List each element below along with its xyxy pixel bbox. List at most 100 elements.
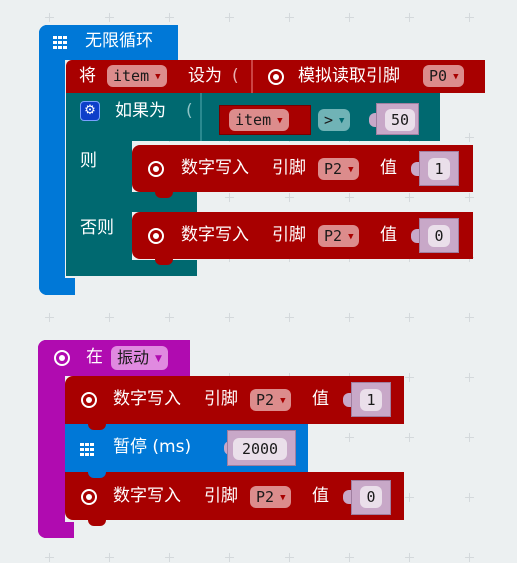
grid-plus-mark	[285, 193, 294, 202]
grid-plus-mark	[45, 553, 54, 562]
grid-plus-mark	[225, 193, 234, 202]
grid-plus-mark	[105, 13, 114, 22]
value-label: 值	[312, 389, 329, 409]
grid-plus-mark	[465, 193, 474, 202]
grid-plus-mark	[45, 13, 54, 22]
pin-target-icon	[81, 392, 97, 408]
grid-plus-mark	[225, 313, 234, 322]
radio-target-icon	[54, 350, 70, 366]
then-label: 则	[80, 151, 97, 171]
paren-left: (	[186, 101, 193, 121]
grid-plus-mark	[345, 433, 354, 442]
grid-plus-mark	[465, 313, 474, 322]
grid-icon	[53, 36, 71, 50]
else-label: 否则	[80, 218, 114, 238]
digital-write-label: 数字写入	[181, 225, 249, 245]
grid-plus-mark	[225, 553, 234, 562]
if-else-foot	[66, 260, 197, 276]
value-input[interactable]: 0	[360, 486, 382, 508]
number-tab	[411, 162, 419, 176]
grid-plus-mark	[225, 13, 234, 22]
grid-plus-mark	[165, 13, 174, 22]
if-label: 如果为	[115, 101, 166, 121]
else-pin-value: P2	[324, 227, 343, 245]
pin-target-icon	[268, 69, 284, 85]
event-block-arm	[38, 340, 65, 538]
compare-number-input[interactable]: 50	[385, 109, 415, 131]
analog-read-label: 模拟读取引脚	[298, 66, 400, 86]
event-dropdown[interactable]: 振动 ▼	[111, 346, 168, 370]
set-prefix-label: 将	[79, 66, 96, 86]
pin-target-icon	[148, 228, 164, 244]
dropdown-arrow-icon: ▼	[155, 354, 162, 364]
pause-label: 暂停 (ms)	[113, 437, 192, 457]
number-tab	[343, 393, 351, 407]
analog-pin-dropdown[interactable]: P0 ▼	[423, 65, 465, 87]
dropdown-arrow-icon: ▼	[280, 396, 286, 406]
operator-value: >	[324, 111, 334, 129]
grid-icon	[80, 443, 98, 457]
operator-dropdown[interactable]: > ▼	[318, 109, 351, 131]
value-label: 值	[312, 486, 329, 506]
gear-icon[interactable]: ⚙	[80, 101, 100, 121]
dropdown-arrow-icon: ▼	[453, 72, 459, 82]
grid-plus-mark	[405, 313, 414, 322]
event-pin-dropdown-2[interactable]: P2 ▼	[250, 486, 292, 508]
pin-value: P2	[256, 488, 275, 506]
grid-plus-mark	[405, 493, 414, 502]
grid-plus-mark	[285, 553, 294, 562]
dropdown-arrow-icon: ▼	[348, 232, 354, 242]
digital-write-label: 数字写入	[181, 158, 249, 178]
then-pin-dropdown[interactable]: P2 ▼	[318, 158, 360, 180]
grid-plus-mark	[285, 13, 294, 22]
number-tab	[343, 490, 351, 504]
value-label: 值	[380, 158, 397, 178]
else-pin-dropdown[interactable]: P2 ▼	[318, 225, 360, 247]
dropdown-arrow-icon: ▼	[155, 72, 161, 82]
grid-plus-mark	[105, 553, 114, 562]
dropdown-arrow-icon: ▼	[277, 116, 283, 126]
if-else-mid	[66, 192, 197, 212]
then-value-input[interactable]: 1	[428, 158, 450, 180]
event-pin-dropdown-1[interactable]: P2 ▼	[250, 389, 292, 411]
pin-label: 引脚	[272, 158, 306, 178]
grid-plus-mark	[45, 313, 54, 322]
grid-plus-mark	[285, 313, 294, 322]
event-block-foot	[38, 522, 74, 538]
value-input[interactable]: 1	[360, 389, 382, 411]
grid-plus-mark	[465, 133, 474, 142]
dropdown-arrow-icon: ▼	[280, 493, 286, 503]
grid-plus-mark	[105, 313, 114, 322]
else-value-input[interactable]: 0	[428, 225, 450, 247]
forever-label: 无限循环	[85, 31, 153, 51]
analog-pin-value: P0	[429, 67, 448, 85]
value-label: 值	[380, 225, 397, 245]
grid-plus-mark	[405, 13, 414, 22]
forever-block-foot	[39, 278, 75, 295]
dropdown-arrow-icon: ▼	[339, 116, 345, 126]
condition-divider	[200, 93, 202, 141]
digital-write-label: 数字写入	[113, 486, 181, 506]
digital-write-label: 数字写入	[113, 389, 181, 409]
pause-duration-input[interactable]: 2000	[233, 438, 287, 460]
grid-plus-mark	[345, 13, 354, 22]
grid-plus-mark	[465, 13, 474, 22]
number-tab	[411, 229, 419, 243]
set-suffix-label: 设为	[188, 66, 222, 86]
event-on-label: 在	[86, 347, 103, 367]
forever-block-arm	[39, 25, 65, 295]
event-dropdown-value: 振动	[117, 348, 150, 367]
compare-variable-dropdown[interactable]: item ▼	[229, 109, 289, 131]
variable-dropdown[interactable]: item ▼	[107, 65, 167, 87]
pin-target-icon	[81, 489, 97, 505]
grid-plus-mark	[165, 553, 174, 562]
dropdown-arrow-icon: ▼	[348, 165, 354, 175]
grid-plus-mark	[405, 373, 414, 382]
block-notch	[88, 520, 106, 526]
pin-label: 引脚	[272, 225, 306, 245]
grid-plus-mark	[465, 373, 474, 382]
grid-plus-mark	[345, 313, 354, 322]
paren-left: (	[232, 66, 239, 86]
grid-plus-mark	[345, 553, 354, 562]
grid-plus-mark	[165, 313, 174, 322]
